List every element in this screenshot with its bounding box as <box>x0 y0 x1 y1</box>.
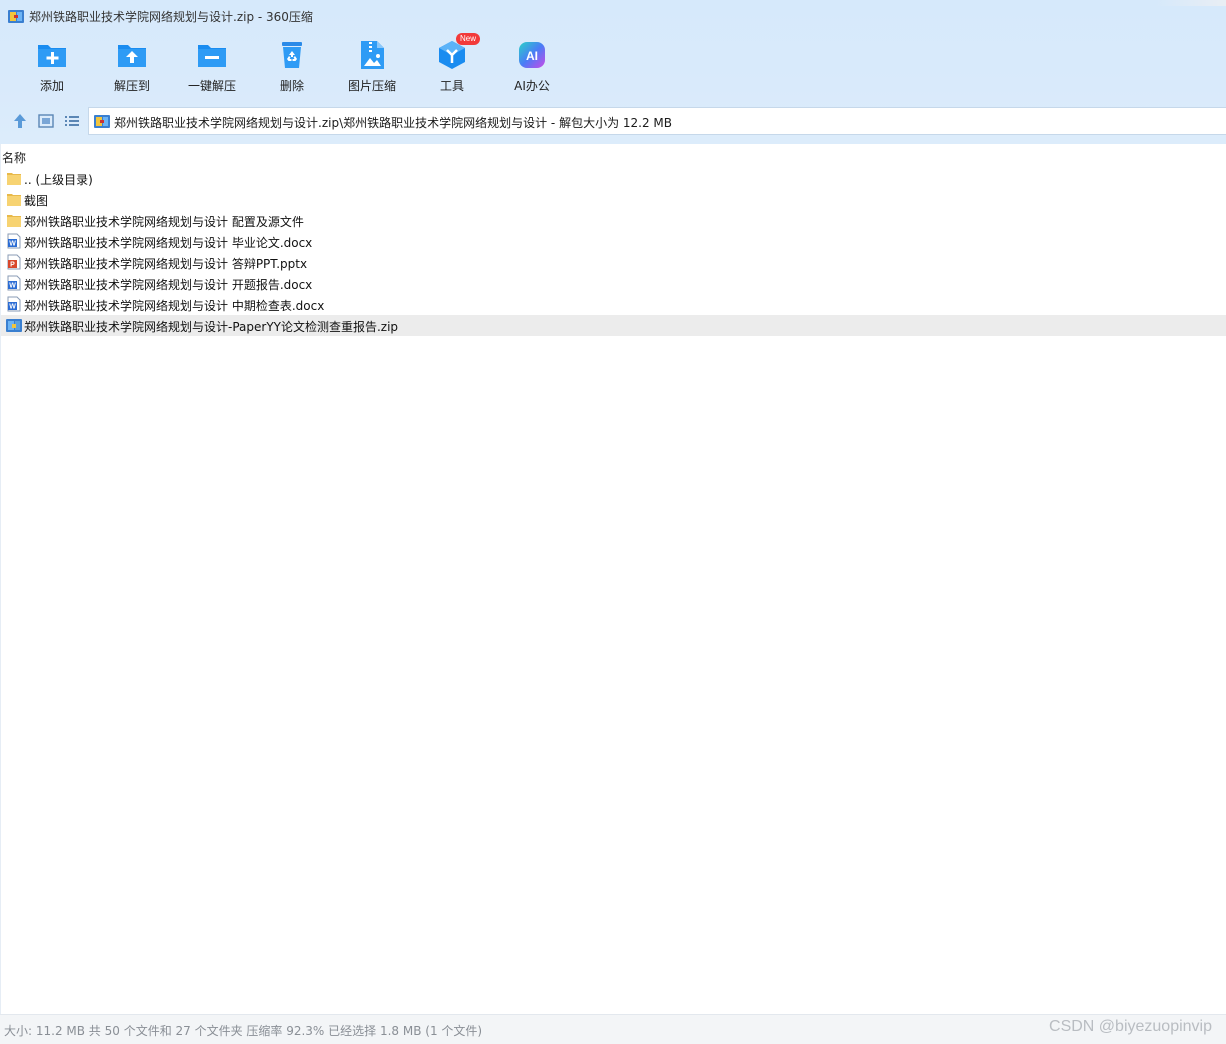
word-document-icon: W <box>7 296 21 312</box>
file-name: 郑州铁路职业技术学院网络规划与设计 答辩PPT.pptx <box>24 257 308 271</box>
list-item-parent-dir[interactable]: .. (上级目录) <box>1 168 1226 189</box>
file-name: 郑州铁路职业技术学院网络规划与设计 中期检查表.docx <box>24 299 325 313</box>
ai-office-icon: AI <box>519 42 545 68</box>
file-name: 郑州铁路职业技术学院网络规划与设计-PaperYY论文检测查重报告.zip <box>24 320 399 334</box>
list-item[interactable]: W 郑州铁路职业技术学院网络规划与设计 毕业论文.docx <box>1 231 1226 252</box>
one-click-extract-label: 一键解压 <box>187 79 236 93</box>
image-compress-button[interactable]: 图片压缩 <box>332 34 412 98</box>
add-label: 添加 <box>39 79 64 93</box>
archive-icon <box>94 115 110 128</box>
delete-label: 删除 <box>279 79 304 93</box>
svg-text:P: P <box>10 262 15 269</box>
list-item[interactable]: 郑州铁路职业技术学院网络规划与设计 配置及源文件 <box>1 210 1226 231</box>
image-compress-icon <box>361 41 384 69</box>
list-item-selected[interactable]: 郑州铁路职业技术学院网络规划与设计-PaperYY论文检测查重报告.zip <box>1 315 1226 336</box>
archive-app-icon <box>8 10 24 23</box>
list-item[interactable]: 截图 <box>1 189 1226 210</box>
extract-to-button[interactable]: 解压到 <box>92 34 172 98</box>
file-name: 截图 <box>24 194 49 208</box>
svg-text:W: W <box>9 283 16 290</box>
folder-icon <box>7 173 21 185</box>
list-view-icon[interactable] <box>63 112 81 130</box>
window-title: 郑州铁路职业技术学院网络规划与设计.zip - 360压缩 <box>29 10 313 24</box>
watermark: CSDN @biyezuopinvip <box>1049 1018 1212 1035</box>
column-header-label: 名称 <box>2 151 27 165</box>
image-compress-label: 图片压缩 <box>347 79 396 93</box>
address-bar[interactable]: 郑州铁路职业技术学院网络规划与设计.zip\郑州铁路职业技术学院网络规划与设计 … <box>88 107 1226 135</box>
status-bar: 大小: 11.2 MB 共 50 个文件和 27 个文件夹 压缩率 92.3% … <box>0 1014 1226 1044</box>
svg-text:W: W <box>9 304 16 311</box>
recycle-bin-icon <box>282 42 302 68</box>
column-header-name[interactable]: 名称 <box>1 146 1226 166</box>
extract-to-label: 解压到 <box>113 79 150 93</box>
title-bar[interactable]: 郑州铁路职业技术学院网络规划与设计.zip - 360压缩 <box>0 0 1226 32</box>
file-name: 郑州铁路职业技术学院网络规划与设计 毕业论文.docx <box>24 236 313 250</box>
new-badge: New <box>456 33 481 45</box>
status-text: 大小: 11.2 MB 共 50 个文件和 27 个文件夹 压缩率 92.3% … <box>4 1024 483 1038</box>
extract-to-icon <box>118 45 146 67</box>
file-list: 名称 .. (上级目录) 截图 郑州铁路职业技术学院网络规划与设计 配置及源文件 <box>0 144 1226 1014</box>
svg-text:AI: AI <box>526 49 538 63</box>
header-region: 郑州铁路职业技术学院网络规划与设计.zip - 360压缩 添加 解压到 一键解… <box>0 0 1226 144</box>
file-name: 郑州铁路职业技术学院网络规划与设计 配置及源文件 <box>24 215 304 229</box>
folder-icon <box>7 215 21 227</box>
up-arrow-icon[interactable] <box>11 112 29 130</box>
navigation-row: 郑州铁路职业技术学院网络规划与设计.zip\郑州铁路职业技术学院网络规划与设计 … <box>0 106 1226 136</box>
list-item[interactable]: W 郑州铁路职业技术学院网络规划与设计 开题报告.docx <box>1 273 1226 294</box>
word-document-icon: W <box>7 233 21 249</box>
file-name: .. (上级目录) <box>24 173 93 187</box>
powerpoint-document-icon: P <box>7 254 21 270</box>
list-item[interactable]: P 郑州铁路职业技术学院网络规划与设计 答辩PPT.pptx <box>1 252 1226 273</box>
file-name: 郑州铁路职业技术学院网络规划与设计 开题报告.docx <box>24 278 313 292</box>
zip-archive-icon <box>6 319 22 332</box>
title-edge-decoration <box>1156 0 1226 6</box>
app-window: 郑州铁路职业技术学院网络规划与设计.zip - 360压缩 添加 解压到 一键解… <box>0 0 1226 1044</box>
toolbar: 添加 解压到 一键解压 删除 图片压缩 New 工具 AI AI办公 <box>0 33 1226 100</box>
folder-icon <box>7 194 21 206</box>
tools-label: 工具 <box>439 79 464 93</box>
add-folder-icon <box>38 45 66 67</box>
ai-office-button[interactable]: AI AI办公 <box>492 34 572 98</box>
delete-button[interactable]: 删除 <box>252 34 332 98</box>
list-item[interactable]: W 郑州铁路职业技术学院网络规划与设计 中期检查表.docx <box>1 294 1226 315</box>
one-click-extract-icon <box>198 45 226 67</box>
one-click-extract-button[interactable]: 一键解压 <box>172 34 252 98</box>
add-button[interactable]: 添加 <box>12 34 92 98</box>
address-path: 郑州铁路职业技术学院网络规划与设计.zip\郑州铁路职业技术学院网络规划与设计 … <box>114 116 673 130</box>
ai-office-label: AI办公 <box>514 79 550 93</box>
svg-text:W: W <box>9 241 16 248</box>
thumbnail-view-icon[interactable] <box>37 112 55 130</box>
tools-button[interactable]: New 工具 <box>412 33 492 98</box>
word-document-icon: W <box>7 275 21 291</box>
